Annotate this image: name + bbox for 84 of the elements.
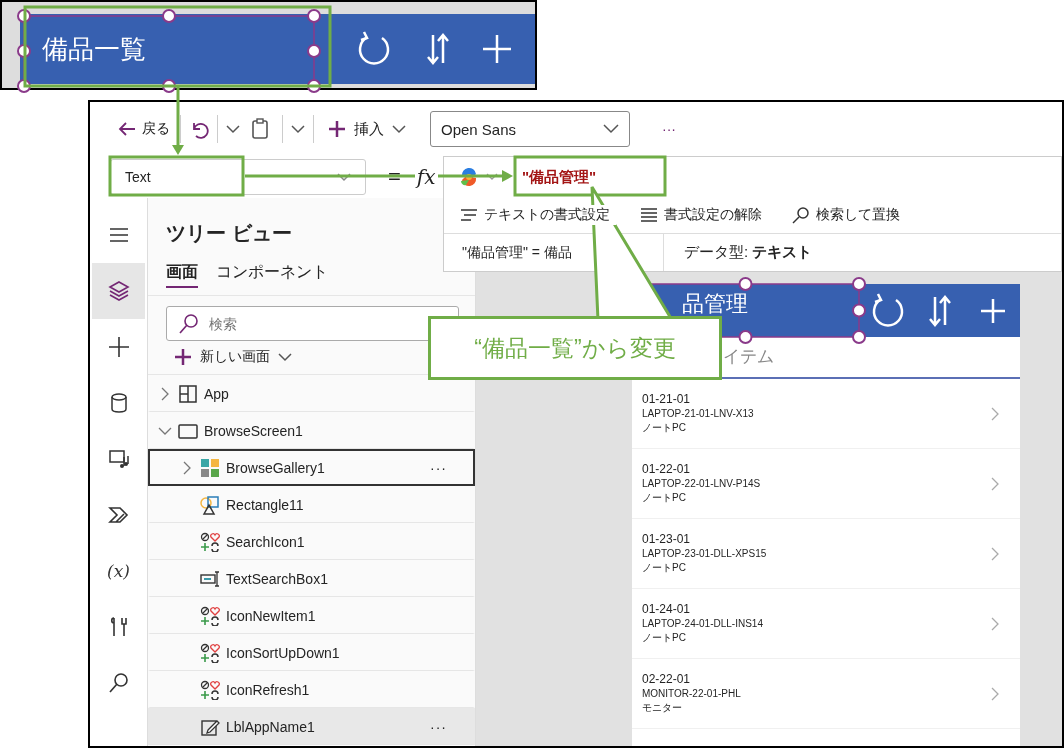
tab[interactable]: 画面 [166,262,198,288]
plus-icon [482,34,512,64]
gallery-icon [200,457,220,478]
plus-icon [328,120,346,138]
list-item[interactable]: 01-22-01 LAPTOP-22-01-LNV-P14S ノートPC [632,449,1020,519]
callout-tooltip: “備品一覧”から変更 [428,316,722,380]
more-button[interactable]: ··· [430,719,447,735]
more-button[interactable]: ··· [662,121,676,137]
item-title: 01-23-01 [642,532,692,546]
screen-icon [178,421,198,441]
icon-set-icon [200,680,220,700]
sort-icon [426,31,450,67]
chevron-right-icon [990,475,1000,492]
item-title: 01-21-01 [642,392,692,406]
chevron-down-icon[interactable] [226,124,240,134]
connector-arrow [172,87,184,155]
variables-rail-button[interactable]: (x) [92,543,145,599]
search-icon [792,206,810,224]
item-code: LAPTOP-23-01-DLL-XPS15 [642,548,768,559]
icon-set-icon [200,532,220,552]
new-screen-button[interactable]: 新しい画面 [174,348,292,366]
chevron-down-icon [603,124,619,134]
tree-item[interactable]: BrowseScreen1 [148,412,475,449]
chevron-down-icon [392,124,406,134]
chevron-down-icon [337,172,351,182]
list-item[interactable]: 01-23-01 LAPTOP-23-01-DLL-XPS15 ノートPC [632,519,1020,589]
chevron-down-icon [278,352,292,362]
item-category: ノートPC [642,561,687,575]
font-dropdown[interactable]: Open Sans [430,111,630,147]
chevron-right-icon [990,685,1000,702]
list-item[interactable]: 02-22-01 MONITOR-22-01-PHL モニター [632,659,1020,729]
tree-item[interactable]: LblAppName1 ··· [148,708,475,745]
item-category: ノートPC [642,421,687,435]
item-code: MONITOR-22-01-PHL [642,688,742,699]
item-title: 02-22-01 [642,672,692,686]
item-code: LAPTOP-22-01-LNV-P14S [642,478,762,489]
plus-icon [980,297,1006,324]
tree-item[interactable]: IconNewItem1 [148,597,475,634]
lines-icon [640,206,658,224]
app-title: 備品一覧 [42,32,147,66]
chevron-right-icon [990,615,1000,632]
item-title: 01-24-01 [642,602,692,616]
panel-title: ツリー ビュー [166,221,292,246]
item-category: モニター [642,701,683,715]
item-category: ノートPC [642,491,687,505]
app-icon [178,384,198,404]
item-title: 01-22-01 [642,462,692,476]
layers-rail-button[interactable] [92,263,145,319]
layers-icon [107,280,130,302]
tree-item[interactable]: Rectangle11 [148,486,475,523]
more-button[interactable]: ··· [430,459,447,476]
item-category: ノートPC [642,631,687,645]
search-icon [107,672,130,694]
tree-item[interactable]: IconSortUpDown1 [148,634,475,671]
data-type-label: データ型: テキスト [683,243,813,262]
equals-sign: = [388,164,401,190]
insert-button[interactable]: 挿入 [322,115,412,143]
lines-icon [460,206,478,224]
search-icon [178,314,198,334]
tree-item[interactable]: SearchIcon1 [148,523,475,560]
plus-icon [174,348,192,366]
tree-item[interactable]: TextSearchBox1 [148,560,475,597]
app-title: 品管理 [681,293,749,315]
flow-icon [107,504,130,526]
chevron-right-icon [990,405,1000,422]
list-item[interactable]: 01-24-01 LAPTOP-24-01-DLL-INS14 ノートPC [632,589,1020,659]
back-arrow-icon [118,121,136,137]
item-code: LAPTOP-21-01-LNV-X13 [642,408,755,419]
tab[interactable]: コンポーネント [216,262,328,288]
tree-item[interactable]: BrowseGallery1 ··· [148,449,475,486]
chevron-down-icon[interactable] [291,124,305,134]
result-preview: "備品管理" = 備品 [462,243,572,262]
shapes-icon [200,495,220,515]
icon-set-icon [200,606,220,626]
text-input-icon [200,569,220,589]
pencil-icon [200,717,220,737]
search-field[interactable]: 検索 [166,306,459,341]
plus-icon [107,336,130,358]
icon-set-icon [200,643,220,663]
chevron-right-icon [990,545,1000,562]
property-dropdown[interactable]: Text [110,159,366,195]
media-icon [107,448,130,470]
formula-text[interactable]: "備品管理" [522,167,597,187]
item-code: LAPTOP-24-01-DLL-INS14 [642,618,764,629]
